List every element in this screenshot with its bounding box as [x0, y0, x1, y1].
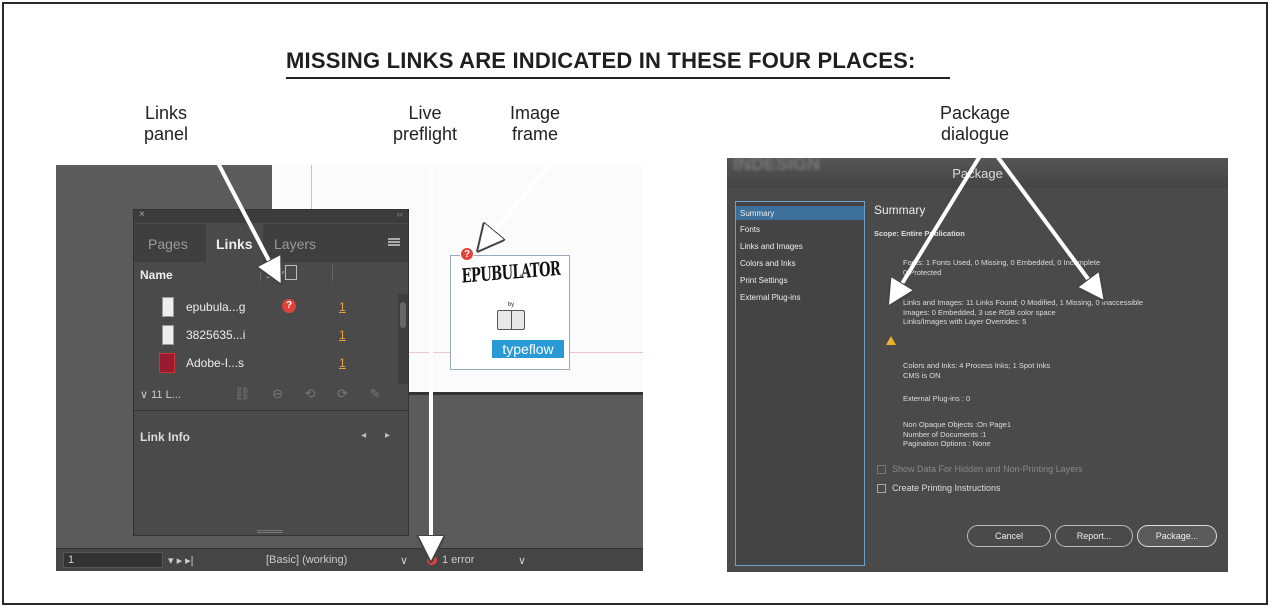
link-page-number[interactable]: 1: [339, 300, 346, 314]
logo-by: by: [507, 302, 515, 308]
link-page-number[interactable]: 1: [339, 356, 346, 370]
status-bar: 1 ▾ ▸ ▸| [Basic] (working) ∨ 1 error ∨: [56, 548, 643, 571]
column-divider: [260, 265, 261, 281]
status-column-icon[interactable]: ⚠▾: [266, 266, 284, 282]
panel-resize-grip[interactable]: [257, 530, 283, 533]
panel-tabs: Pages Links Layers: [134, 224, 408, 262]
close-icon[interactable]: ×: [139, 209, 145, 220]
missing-link-icon[interactable]: ?: [282, 299, 296, 313]
cancel-button[interactable]: Cancel: [967, 525, 1051, 547]
sidebar-item-fonts[interactable]: Fonts: [740, 225, 760, 234]
link-count[interactable]: ∨ 11 L...: [140, 388, 181, 401]
link-info-heading[interactable]: Link Info: [140, 430, 190, 444]
sidebar-item-print-settings[interactable]: Print Settings: [740, 276, 788, 285]
book-icon: [497, 310, 525, 330]
package-button[interactable]: Package...: [1137, 525, 1217, 547]
preflight-dropdown-icon[interactable]: ∨: [518, 554, 526, 567]
callout-image-frame: Image frame: [509, 103, 561, 144]
warning-icon: [886, 336, 896, 345]
link-filename: Adobe-I...s: [186, 356, 245, 370]
indesign-workspace-screenshot: EPUBULATOR by typeflow ? × ‹‹ Pages Link…: [56, 165, 643, 571]
link-row[interactable]: epubula...g ? 1: [134, 294, 396, 322]
panel-scrollbar[interactable]: [398, 294, 408, 384]
collapse-icon[interactable]: ‹‹: [397, 209, 403, 219]
logo-brand: typeflow: [492, 340, 564, 358]
preflight-error-text[interactable]: 1 error: [442, 554, 474, 566]
package-dialog-screenshot: INDESIGN Package Summary Fonts Links and…: [727, 158, 1228, 572]
link-thumbnail: [162, 325, 174, 345]
image-frame[interactable]: EPUBULATOR by typeflow: [450, 255, 570, 370]
column-header-name[interactable]: Name: [140, 268, 173, 282]
links-summary: Links and Images: 11 Links Found; 0 Modi…: [903, 298, 1143, 326]
colors-summary: Colors and Inks: 4 Process Inks; 1 Spot …: [903, 361, 1051, 380]
column-divider: [332, 265, 333, 281]
callout-package-dialogue: Package dialogue: [939, 103, 1011, 144]
preflight-error-icon[interactable]: [427, 555, 437, 565]
page-number-field[interactable]: 1: [63, 552, 163, 568]
links-panel: × ‹‹ Pages Links Layers Name ⚠▾ epubula.…: [133, 209, 409, 536]
show-data-checkbox[interactable]: [877, 465, 886, 474]
dialog-title-bar: INDESIGN Package: [727, 158, 1228, 188]
figure-headline: MISSING LINKS ARE INDICATED IN THESE FOU…: [286, 48, 916, 73]
plugins-summary: External Plug-ins : 0: [903, 394, 971, 403]
headline-underline: [286, 77, 950, 79]
tab-pages[interactable]: Pages: [148, 236, 188, 252]
link-filename: 3825635...i: [186, 328, 246, 342]
scope-text: Scope: Entire Publication: [874, 229, 965, 238]
document-summary: Non Opaque Objects :On Page1 Number of D…: [903, 420, 1011, 448]
sidebar-item-summary[interactable]: Summary: [736, 206, 864, 220]
sidebar-item-colors-and-inks[interactable]: Colors and Inks: [740, 259, 796, 268]
page-column-icon[interactable]: [285, 265, 297, 280]
profile-dropdown-icon[interactable]: ∨: [400, 554, 408, 567]
dialog-body: Summary Fonts Links and Images Colors an…: [727, 188, 1228, 572]
package-sidebar: Summary Fonts Links and Images Colors an…: [735, 201, 865, 566]
panel-menu-icon[interactable]: [388, 238, 400, 246]
link-info-nav-arrows[interactable]: ◂ ▸: [361, 430, 398, 441]
preflight-profile[interactable]: [Basic] (working): [266, 554, 347, 566]
sidebar-item-links-and-images[interactable]: Links and Images: [740, 242, 803, 251]
link-thumbnail: [159, 353, 175, 373]
callout-links-panel: Links panel: [143, 103, 189, 144]
summary-heading: Summary: [874, 203, 926, 217]
logo-title: EPUBULATOR: [461, 258, 561, 289]
link-filename: epubula...g: [186, 300, 246, 314]
link-thumbnail: [162, 297, 174, 317]
show-data-label[interactable]: Show Data For Hidden and Non-Printing La…: [892, 464, 1083, 474]
link-row[interactable]: Adobe-I...s 1: [134, 350, 396, 378]
link-page-number[interactable]: 1: [339, 328, 346, 342]
create-instructions-label[interactable]: Create Printing Instructions: [892, 483, 1001, 493]
page-nav-controls[interactable]: ▾ ▸ ▸|: [168, 554, 194, 567]
fonts-summary: Fonts: 1 Fonts Used, 0 Missing, 0 Embedd…: [903, 258, 1101, 277]
sidebar-item-external-plugins[interactable]: External Plug-ins: [740, 293, 800, 302]
panel-divider: [134, 410, 408, 411]
scroll-thumb[interactable]: [400, 302, 406, 328]
links-toolbar-icons[interactable]: ⛓ ⊖ ⟲ ⟳ ✎: [234, 386, 390, 402]
link-row[interactable]: 3825635...i 1: [134, 322, 396, 350]
dialog-title: Package: [952, 166, 1003, 181]
tab-links[interactable]: Links: [206, 224, 263, 262]
panel-title-bar[interactable]: × ‹‹: [134, 209, 408, 223]
callout-live-preflight: Live preflight: [392, 103, 458, 144]
missing-link-icon[interactable]: ?: [460, 247, 474, 261]
report-button[interactable]: Report...: [1055, 525, 1133, 547]
tab-layers[interactable]: Layers: [274, 236, 316, 252]
create-instructions-checkbox[interactable]: [877, 484, 886, 493]
